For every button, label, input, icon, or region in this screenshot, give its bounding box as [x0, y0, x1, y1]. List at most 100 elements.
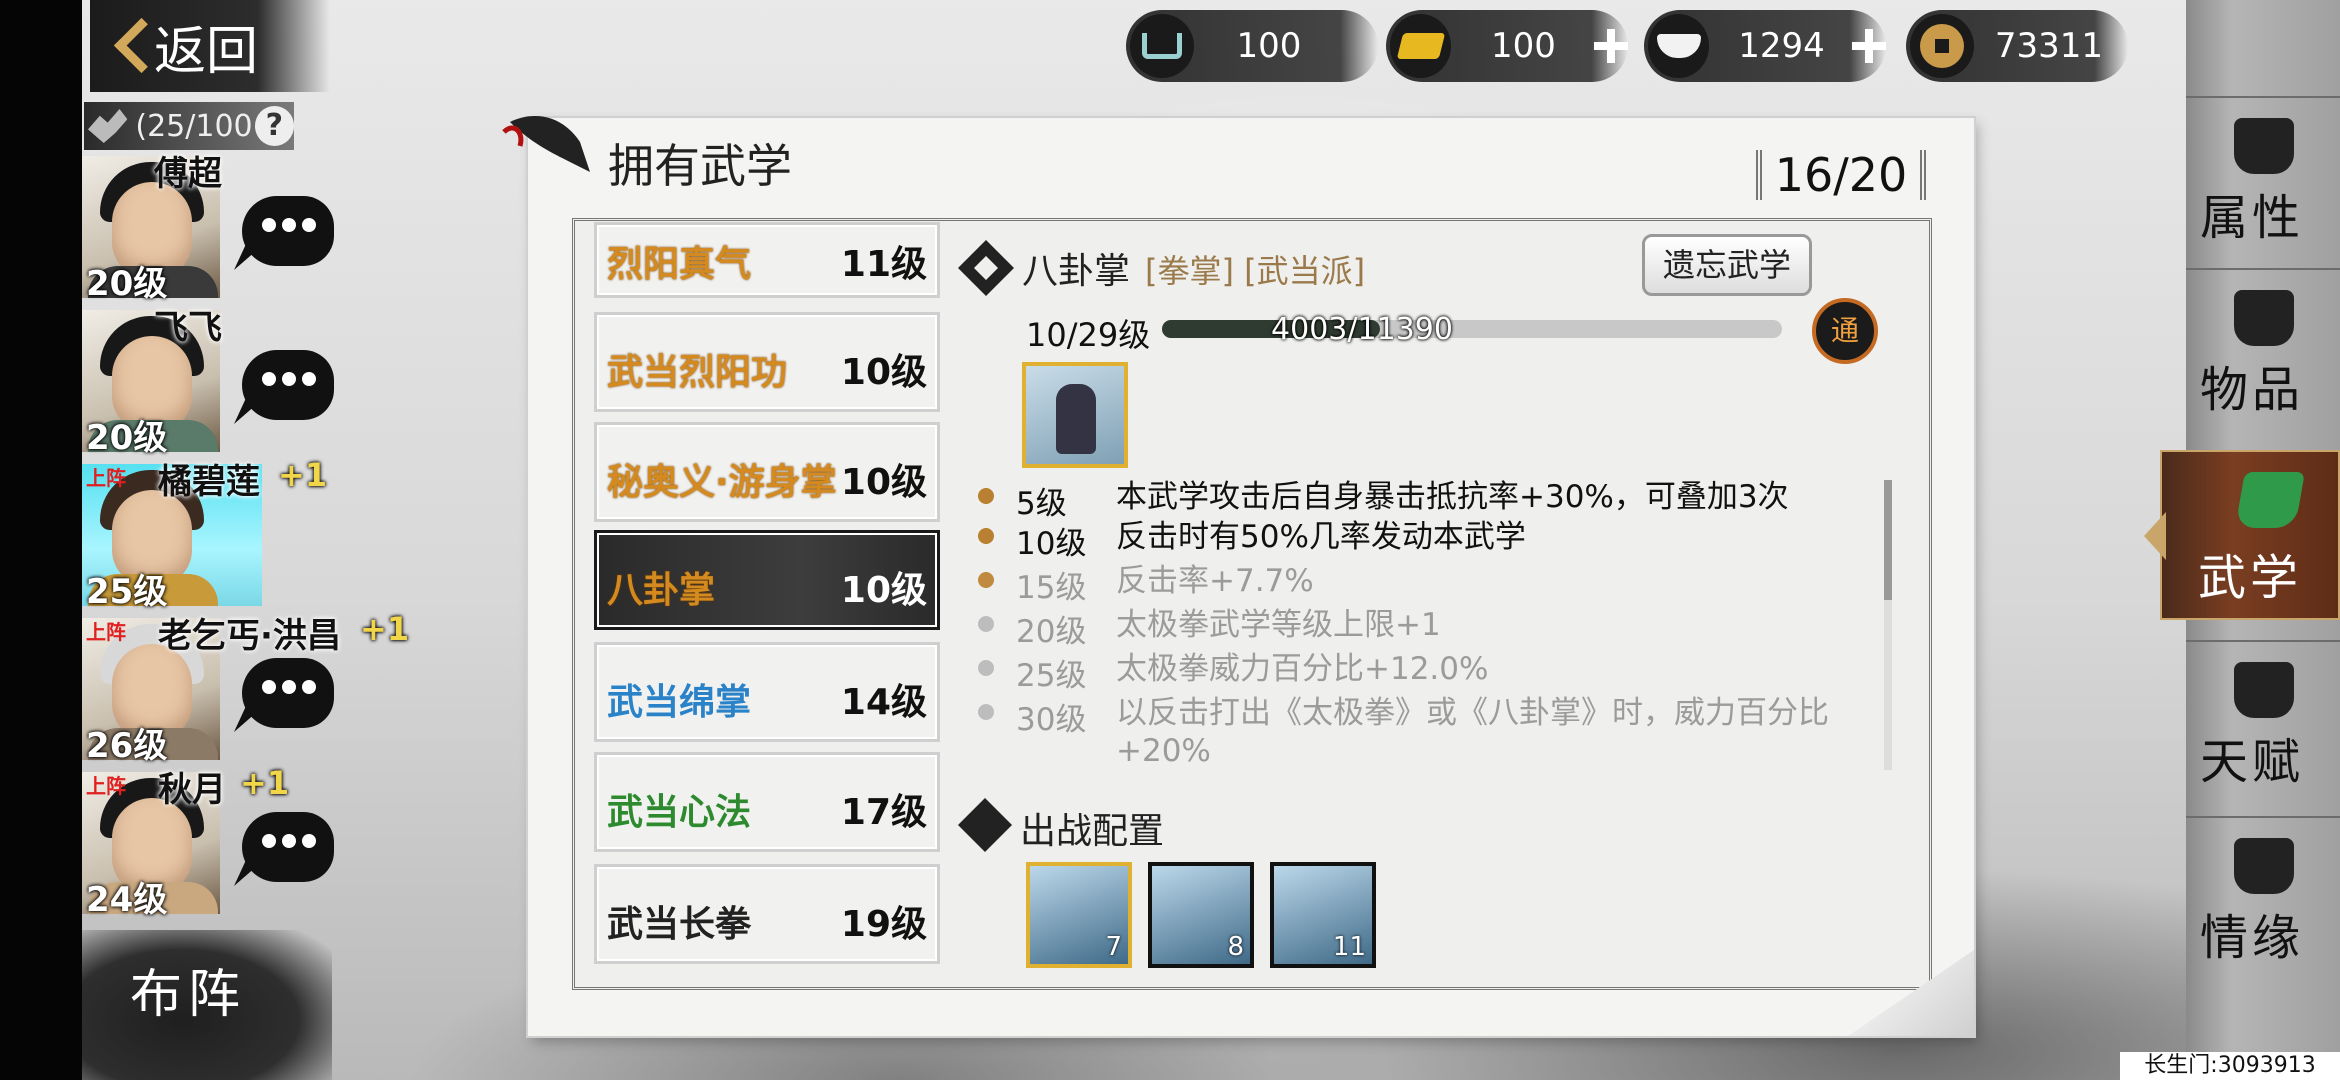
team-icon: [88, 109, 128, 143]
character-name: 飞飞: [154, 308, 222, 348]
bullet-icon: [978, 488, 994, 504]
detail-skill-name: 八卦掌: [1022, 251, 1131, 292]
character-name: 傅超: [154, 154, 222, 194]
skill-name: 武当长拳: [607, 904, 752, 945]
add-gold-button[interactable]: [1592, 27, 1628, 65]
loadout-title-text: 出战配置: [1020, 811, 1165, 852]
bonus-label: +1: [360, 610, 410, 648]
loadout-slot[interactable]: 11: [1270, 862, 1376, 968]
tab-items[interactable]: 物品: [2186, 268, 2340, 438]
back-label: 返回: [154, 21, 259, 82]
tab-label: 物品: [2200, 362, 2305, 418]
left-letterbox: [0, 0, 82, 1080]
detail-level: 10/29级: [1026, 316, 1151, 354]
skill-level: 11级: [840, 244, 927, 285]
skill-name: 烈阳真气: [607, 244, 752, 285]
skill-count: 16/20: [1756, 150, 1926, 200]
copper-coin-icon: [1910, 14, 1974, 78]
back-button[interactable]: 返回: [90, 0, 330, 92]
effect-text: 以反击打出《太极拳》或《八卦掌》时，威力百分比+20%: [1116, 695, 1829, 769]
loadout-slot[interactable]: 8: [1148, 862, 1254, 968]
effect-row: 25级 太极拳威力百分比+12.0%: [978, 650, 1878, 694]
currency-value: 100: [1491, 26, 1556, 66]
character-name: 老乞丐·洪昌: [158, 616, 341, 656]
deployed-badge: 上阵: [86, 620, 126, 644]
formation-button[interactable]: 布阵: [82, 930, 332, 1080]
character-level: 25级: [86, 572, 168, 612]
panel-title: 拥有武学: [608, 139, 792, 193]
heart-icon: [2234, 838, 2294, 894]
deployed-badge: 上阵: [86, 466, 126, 490]
effect-text: 太极拳威力百分比+12.0%: [1116, 651, 1489, 687]
effect-level: 10级: [1016, 526, 1087, 562]
skill-level: 10级: [840, 570, 927, 611]
currency-copper: 73311: [1906, 10, 2128, 82]
currency-value: 73311: [1994, 26, 2104, 66]
effect-level: 20级: [1016, 614, 1087, 650]
tab-talent[interactable]: 天赋: [2186, 640, 2340, 810]
chat-bubble-icon[interactable]: [242, 812, 334, 882]
team-count-text: (25/100: [135, 108, 253, 144]
bullet-icon: [978, 660, 994, 676]
effect-row: 10级 反击时有50%几率发动本武学: [978, 518, 1878, 562]
talent-icon: [2234, 662, 2294, 718]
gift-box-icon: [2234, 290, 2294, 346]
character-name: 秋月: [158, 770, 226, 810]
character-name: 橘碧莲: [158, 462, 260, 502]
skill-item-selected[interactable]: 八卦掌 10级: [594, 530, 940, 630]
help-button[interactable]: ?: [254, 106, 294, 146]
tab-label: 武学: [2198, 550, 2303, 606]
skill-level: 14级: [840, 682, 927, 723]
character-card[interactable]: 傅超 20级: [82, 150, 342, 304]
cart-icon: [1130, 14, 1194, 78]
bullet-icon: [978, 572, 994, 588]
skill-item[interactable]: 烈阳真气 11级: [594, 222, 940, 298]
effect-row: 5级 本武学攻击后自身暴击抵抗率+30%，可叠加3次: [978, 478, 1878, 522]
character-level: 20级: [86, 418, 168, 458]
add-silver-button[interactable]: [1850, 27, 1886, 65]
effect-text: 反击率+7.7%: [1116, 563, 1314, 599]
slot-number: 8: [1227, 932, 1244, 962]
skill-name: 武当绵掌: [607, 682, 752, 723]
bonus-label: +1: [278, 456, 328, 494]
tab-bonds[interactable]: 情缘: [2186, 816, 2340, 986]
tab-label: 属性: [2200, 190, 2305, 246]
slot-number: 7: [1105, 932, 1122, 962]
chat-bubble-icon[interactable]: [242, 658, 334, 728]
character-card[interactable]: 上阵 秋月 +1 24级: [82, 764, 342, 920]
skill-item[interactable]: 秘奥义·游身掌 10级: [594, 422, 940, 522]
skill-item[interactable]: 武当绵掌 14级: [594, 642, 940, 742]
chat-bubble-icon[interactable]: [242, 196, 334, 266]
scroll-thumb[interactable]: [1884, 480, 1892, 600]
effects-scrollbar[interactable]: [1884, 480, 1892, 770]
skill-level: 10级: [840, 352, 927, 393]
skill-portrait: [1022, 362, 1128, 468]
skill-name: 武当烈阳功: [607, 352, 788, 393]
skill-item[interactable]: 武当烈阳功 10级: [594, 312, 940, 412]
character-card[interactable]: 上阵 老乞丐·洪昌 +1 26级: [82, 610, 409, 766]
character-level: 26级: [86, 726, 168, 766]
bullet-icon: [978, 704, 994, 720]
skill-item[interactable]: 武当长拳 19级: [594, 864, 940, 964]
chat-bubble-icon[interactable]: [242, 350, 334, 420]
effect-level: 15级: [1016, 570, 1087, 606]
currency-cart: 100: [1126, 10, 1378, 82]
right-nav: 属性 物品 武学 天赋 情缘: [2144, 0, 2340, 1080]
skill-item[interactable]: 武当心法 17级: [594, 752, 940, 852]
character-card[interactable]: 飞飞 20级: [82, 304, 342, 458]
character-card-selected[interactable]: 上阵 橘碧莲 +1 25级: [82, 456, 342, 612]
silver-ingot-icon: [1648, 14, 1710, 78]
tab-martial-arts[interactable]: 武学: [2144, 450, 2340, 620]
deployed-badge: 上阵: [86, 774, 126, 798]
tab-attributes[interactable]: 属性: [2186, 96, 2340, 266]
mastery-seal[interactable]: 通: [1812, 298, 1878, 364]
effect-text: 本武学攻击后自身暴击抵抗率+30%，可叠加3次: [1116, 479, 1789, 515]
book-icon: [2235, 472, 2305, 528]
currency-value: 100: [1236, 26, 1302, 66]
effect-row: 15级 反击率+7.7%: [978, 562, 1878, 606]
loadout-slot[interactable]: 7: [1026, 862, 1132, 968]
brush-emblem-icon: [502, 116, 590, 172]
skill-name: 武当心法: [607, 792, 752, 833]
forget-skill-button[interactable]: 遗忘武学: [1642, 234, 1812, 296]
tab-label: 情缘: [2200, 910, 2305, 966]
